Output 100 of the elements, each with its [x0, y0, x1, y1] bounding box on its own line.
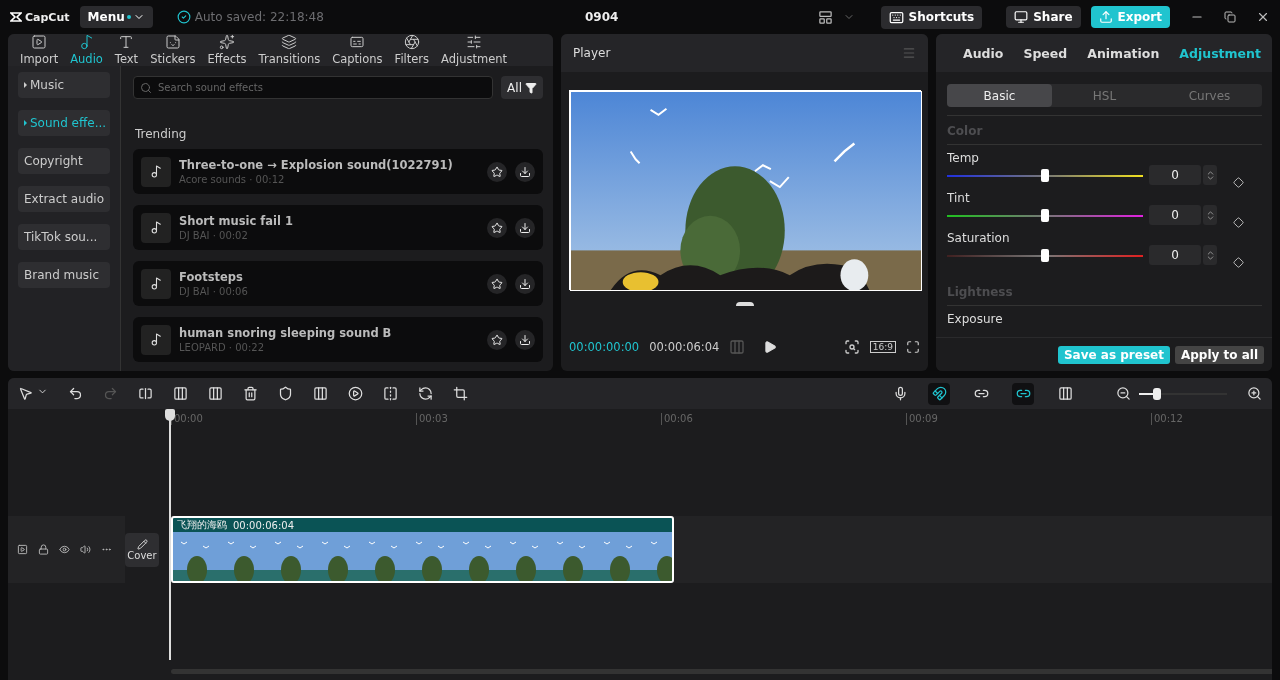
split-icon[interactable]: [138, 386, 153, 401]
filter-button[interactable]: All: [501, 76, 543, 99]
lock-icon[interactable]: [38, 544, 49, 555]
sound-meta: LEOPARD · 00:22: [179, 342, 265, 353]
shortcuts-button[interactable]: Shortcuts: [880, 5, 983, 29]
filter-icon: [525, 81, 537, 94]
undo-icon[interactable]: [68, 386, 83, 401]
close-icon[interactable]: [1256, 10, 1270, 24]
stepper-icon[interactable]: [1203, 205, 1217, 225]
apply-all-button[interactable]: Apply to all: [1174, 345, 1264, 364]
value-field[interactable]: 0: [1149, 205, 1201, 225]
stepper-icon[interactable]: [1203, 245, 1217, 265]
download-icon: [519, 333, 531, 346]
eye-icon[interactable]: [59, 544, 70, 555]
slider-thumb[interactable]: [1041, 209, 1049, 222]
aspect-ratio-button[interactable]: 16:9: [869, 341, 896, 353]
media-tab[interactable]: Import: [14, 34, 65, 66]
layout-icon[interactable]: [817, 9, 833, 25]
share-button[interactable]: Share: [1006, 6, 1081, 28]
inspector-tab[interactable]: Speed: [1016, 45, 1075, 61]
total-timecode: 00:00:06:04: [649, 340, 720, 354]
media-tab[interactable]: Text: [108, 34, 145, 66]
category-item[interactable]: Sound effe...: [18, 110, 110, 136]
media-tab[interactable]: Transitions: [252, 34, 327, 66]
category-item[interactable]: Brand music: [18, 262, 110, 288]
caret-icon: [24, 120, 27, 126]
magnet-toggle[interactable]: [928, 382, 950, 405]
restore-icon[interactable]: [1224, 11, 1236, 23]
autosave-status: Auto saved: 22:18:48: [194, 10, 324, 24]
zoom-out-icon[interactable]: [1116, 386, 1131, 401]
slider-thumb[interactable]: [1041, 169, 1049, 182]
category-item[interactable]: Copyright: [18, 148, 110, 174]
ruler-label: 00:09: [906, 413, 1151, 425]
inspector-tab[interactable]: Audio: [956, 45, 1011, 61]
favorite-button[interactable]: [487, 329, 507, 350]
category-item[interactable]: Extract audio: [18, 186, 110, 212]
sound-card[interactable]: Short music fail 1 DJ BAI · 00:02: [133, 205, 543, 250]
delete-icon[interactable]: [243, 386, 258, 401]
text-icon: [118, 34, 135, 50]
star-icon: [491, 221, 503, 234]
media-tab[interactable]: Effects: [201, 34, 253, 66]
resize-handle[interactable]: [735, 302, 754, 306]
menu-button[interactable]: Menu: [79, 6, 153, 28]
ruler-label: 00:06: [661, 413, 906, 425]
media-tab[interactable]: Filters: [388, 34, 436, 66]
cover-button[interactable]: Cover: [125, 532, 159, 567]
clip-name: 飞翔的海鸥: [177, 518, 227, 532]
download-button[interactable]: [515, 273, 535, 294]
search-icon: [140, 82, 152, 94]
notification-dot: [126, 15, 131, 19]
sound-card[interactable]: human snoring sleeping sound B LEOPARD · 00:22: [133, 317, 543, 362]
download-icon: [519, 221, 531, 234]
inspector-tab[interactable]: Animation: [1080, 45, 1167, 61]
download-button[interactable]: [515, 217, 535, 238]
zoom-slider-thumb[interactable]: [1152, 387, 1161, 400]
media-tab[interactable]: Captions: [326, 34, 389, 66]
download-icon: [519, 165, 531, 178]
favorite-button[interactable]: [487, 161, 507, 182]
media-tab[interactable]: Adjustment: [435, 34, 514, 66]
download-button[interactable]: [515, 329, 535, 350]
stepper-icon[interactable]: [1203, 165, 1217, 185]
pencil-icon: [136, 538, 148, 550]
transition-icon: [281, 34, 298, 50]
volume-icon[interactable]: [80, 544, 91, 555]
sound-card[interactable]: Three-to-one → Explosion sound(1022791) Acore sounds · 00:12: [133, 149, 543, 194]
clip-duration: 00:00:06:04: [233, 519, 294, 531]
rotate-icon[interactable]: [418, 386, 433, 401]
link-toggle[interactable]: [1012, 382, 1034, 405]
keyboard-icon: [888, 9, 904, 25]
value-field[interactable]: 0: [1149, 245, 1201, 265]
crop-icon[interactable]: [453, 386, 468, 401]
circles-icon: [403, 34, 420, 50]
slider-label: Exposure: [947, 312, 1004, 326]
value-field[interactable]: 0: [1149, 165, 1201, 185]
star-icon: [491, 333, 503, 346]
search-field[interactable]: Search sound effects: [133, 76, 494, 99]
category-item[interactable]: TikTok sou...: [18, 224, 110, 250]
favorite-button[interactable]: [487, 217, 507, 238]
sound-card[interactable]: Footsteps DJ BAI · 00:06: [133, 261, 543, 306]
play-button[interactable]: [763, 340, 778, 354]
play-circle-icon[interactable]: [348, 386, 363, 401]
segment-tab[interactable]: Basic: [947, 84, 1052, 107]
microphone-icon[interactable]: [893, 386, 908, 401]
ruler-label: 00:12: [1151, 413, 1272, 425]
favorite-button[interactable]: [487, 273, 507, 294]
cover-toggle-icon[interactable]: [17, 544, 28, 555]
inspector-tab[interactable]: Adjustment: [1172, 45, 1268, 61]
category-item[interactable]: Music: [18, 72, 110, 98]
zoom-in-icon[interactable]: [1247, 386, 1262, 401]
media-tab[interactable]: Audio: [64, 34, 109, 66]
shield-icon[interactable]: [278, 386, 293, 401]
music-note-icon: [141, 156, 171, 187]
select-pointer-icon[interactable]: [18, 386, 48, 401]
slider-label: Temp: [947, 151, 980, 165]
zoom-frame-icon[interactable]: [843, 339, 860, 355]
fullscreen-icon[interactable]: [906, 340, 920, 354]
download-icon: [519, 277, 531, 290]
slider-thumb[interactable]: [1041, 249, 1049, 262]
download-button[interactable]: [515, 161, 535, 182]
media-tab[interactable]: Stickers: [144, 34, 202, 66]
